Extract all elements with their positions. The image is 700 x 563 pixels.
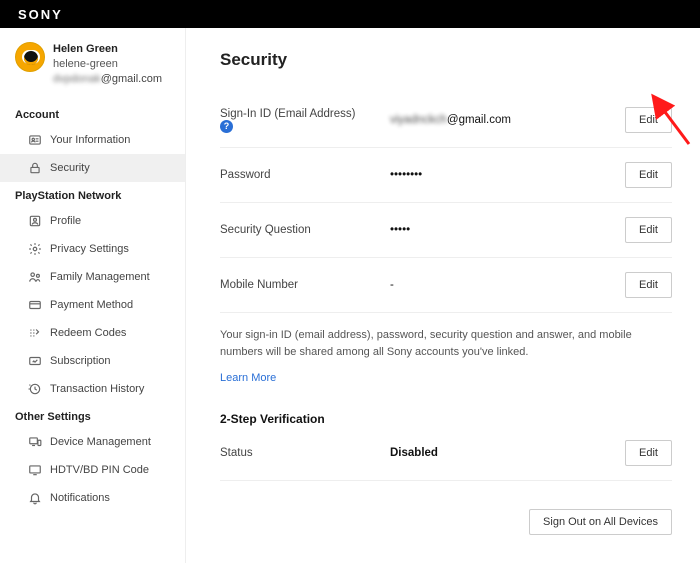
sidebar-item-label: Transaction History: [50, 383, 144, 395]
profile-email-obscured: dvpdonak: [53, 72, 101, 87]
sidebar-item-label: Security: [50, 162, 90, 174]
status-value: Disabled: [390, 447, 625, 459]
profile-text: Helen Green helene-green dvpdonak@gmail.…: [53, 42, 162, 87]
profile-email-suffix: @gmail.com: [101, 73, 162, 85]
row-value: ••••••••: [390, 169, 625, 181]
sidebar-item-subscription[interactable]: Subscription: [0, 347, 185, 375]
sidebar-item-label: Redeem Codes: [50, 327, 126, 339]
edit-password-button[interactable]: Edit: [625, 162, 672, 188]
sharing-note: Your sign-in ID (email address), passwor…: [220, 313, 672, 364]
avatar: [15, 42, 45, 72]
sidebar-item-notifications[interactable]: Notifications: [0, 484, 185, 512]
learn-more-link[interactable]: Learn More: [220, 372, 276, 384]
devices-icon: [28, 435, 42, 449]
top-bar: SONY: [0, 0, 700, 28]
row-security-question: Security Question ••••• Edit: [220, 203, 672, 258]
sidebar-item-security[interactable]: Security: [0, 154, 185, 182]
sidebar-item-label: Profile: [50, 215, 81, 227]
person-card-icon: [28, 133, 42, 147]
page-title: Security: [220, 50, 672, 70]
sidebar-item-privacy[interactable]: Privacy Settings: [0, 235, 185, 263]
gear-icon: [28, 242, 42, 256]
sony-logo: SONY: [18, 7, 63, 22]
profile-icon: [28, 214, 42, 228]
sidebar-item-label: HDTV/BD PIN Code: [50, 464, 149, 476]
row-label: Mobile Number: [220, 279, 390, 291]
row-label-text: Sign-In ID (Email Address): [220, 108, 356, 120]
row-value: •••••: [390, 224, 625, 236]
tv-icon: [28, 463, 42, 477]
history-icon: [28, 382, 42, 396]
sidebar-item-pin[interactable]: HDTV/BD PIN Code: [0, 456, 185, 484]
sidebar-item-profile[interactable]: Profile: [0, 207, 185, 235]
sidebar-group-psn: PlayStation Network: [0, 182, 185, 207]
row-value: -: [390, 279, 625, 291]
sidebar-item-label: Family Management: [50, 271, 150, 283]
sidebar-item-label: Your Information: [50, 134, 130, 146]
sidebar-item-payment[interactable]: Payment Method: [0, 291, 185, 319]
row-password: Password •••••••• Edit: [220, 148, 672, 203]
profile-name: Helen Green: [53, 42, 162, 57]
edit-security-question-button[interactable]: Edit: [625, 217, 672, 243]
profile-email: dvpdonak@gmail.com: [53, 72, 162, 87]
sidebar-item-label: Privacy Settings: [50, 243, 129, 255]
sidebar-item-label: Notifications: [50, 492, 110, 504]
sidebar-item-redeem[interactable]: Redeem Codes: [0, 319, 185, 347]
sidebar-item-devices[interactable]: Device Management: [0, 428, 185, 456]
row-label: Security Question: [220, 224, 390, 236]
help-icon[interactable]: ?: [220, 120, 233, 133]
row-value: viyadnckch@gmail.com: [390, 114, 625, 126]
bell-icon: [28, 491, 42, 505]
sidebar-item-your-information[interactable]: Your Information: [0, 126, 185, 154]
profile-block: Helen Green helene-green dvpdonak@gmail.…: [0, 42, 185, 101]
status-label: Status: [220, 447, 390, 459]
family-icon: [28, 270, 42, 284]
sidebar-group-account: Account: [0, 101, 185, 126]
main-panel: Security Sign-In ID (Email Address) ? vi…: [186, 28, 700, 563]
sidebar-group-other: Other Settings: [0, 403, 185, 428]
row-signin-id: Sign-In ID (Email Address) ? viyadnckch@…: [220, 92, 672, 148]
subscription-icon: [28, 354, 42, 368]
signin-email-obscured: viyadnckch: [390, 114, 447, 126]
sidebar-item-transactions[interactable]: Transaction History: [0, 375, 185, 403]
card-icon: [28, 298, 42, 312]
code-icon: [28, 326, 42, 340]
signin-email-suffix: @gmail.com: [447, 114, 511, 126]
sidebar-item-label: Device Management: [50, 436, 151, 448]
sidebar-item-label: Payment Method: [50, 299, 133, 311]
row-label: Sign-In ID (Email Address) ?: [220, 108, 390, 133]
row-2sv-status: Status Disabled Edit: [220, 428, 672, 481]
row-mobile: Mobile Number - Edit: [220, 258, 672, 313]
sidebar-item-family[interactable]: Family Management: [0, 263, 185, 291]
two-step-heading: 2-Step Verification: [220, 412, 672, 426]
edit-signin-id-button[interactable]: Edit: [625, 107, 672, 133]
lock-icon: [28, 161, 42, 175]
sidebar-item-label: Subscription: [50, 355, 111, 367]
edit-mobile-button[interactable]: Edit: [625, 272, 672, 298]
edit-2sv-button[interactable]: Edit: [625, 440, 672, 466]
profile-handle: helene-green: [53, 57, 162, 72]
sidebar: Helen Green helene-green dvpdonak@gmail.…: [0, 28, 186, 563]
row-label: Password: [220, 169, 390, 181]
